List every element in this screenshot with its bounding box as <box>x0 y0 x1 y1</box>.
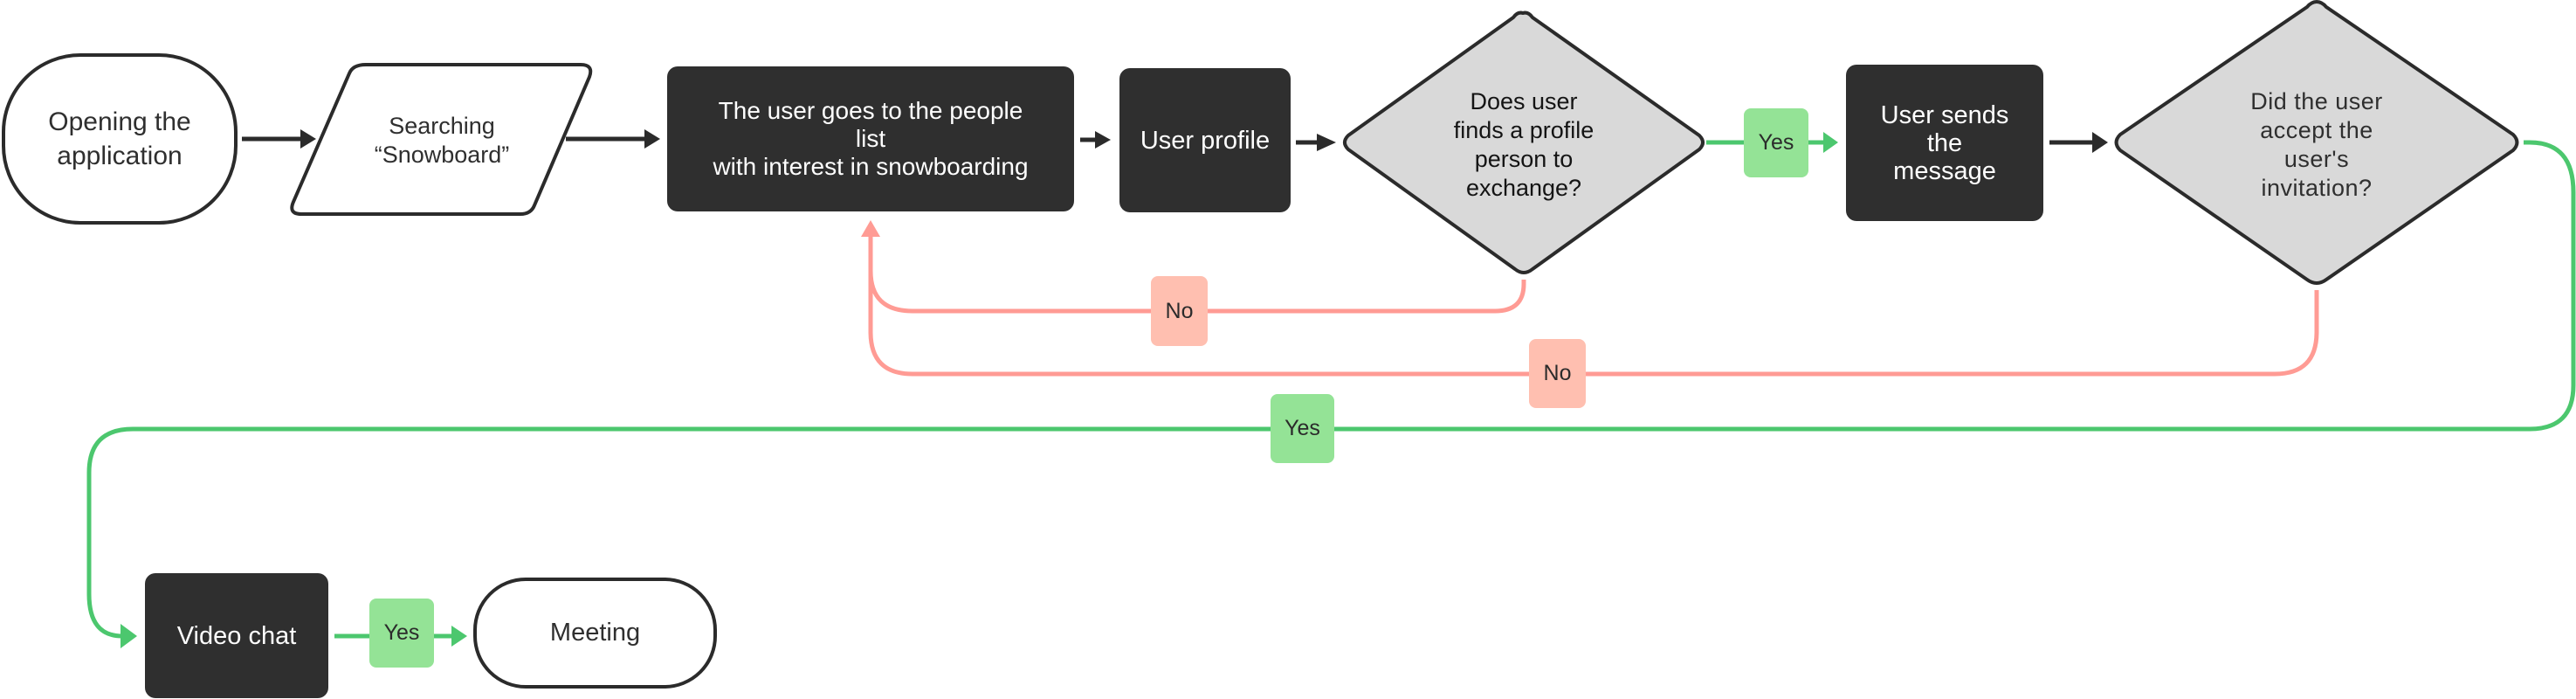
arrowhead-icon <box>1095 131 1111 149</box>
node-search-label: Searching “Snowboard” <box>374 113 510 168</box>
node-start[interactable]: Opening the application <box>2 53 238 225</box>
node-user-profile-label: User profile <box>1140 126 1271 155</box>
edge-decision-invitation-no <box>868 262 2319 377</box>
badge-no-profile: No <box>1151 276 1208 346</box>
connectors-no <box>868 234 2319 377</box>
arrowhead-icon <box>644 129 660 149</box>
arrowhead-up-icon <box>861 220 880 237</box>
node-send-message[interactable]: User sends the message <box>1846 65 2043 221</box>
badge-no-invitation: No <box>1529 339 1586 408</box>
badge-yes-profile: Yes <box>1744 108 1808 177</box>
arrowhead-icon <box>2092 132 2108 153</box>
node-decision-invitation-label: Did the user accept the user's invitatio… <box>2250 88 2383 201</box>
arrowhead-icon <box>121 624 137 648</box>
node-meeting-label: Meeting <box>549 619 641 647</box>
badge-yes-invitation: Yes <box>1271 394 1334 463</box>
arrowhead-icon <box>1823 132 1838 153</box>
arrowhead-icon <box>451 626 467 647</box>
node-video-chat-label: Video chat <box>176 621 297 650</box>
node-decision-profile-label: Does user finds a profile person to exch… <box>1453 88 1595 201</box>
arrowhead-icon <box>300 129 316 149</box>
node-meeting[interactable]: Meeting <box>473 578 717 689</box>
badge-yes-video: Yes <box>369 599 434 668</box>
node-people-list[interactable]: The user goes to the people list with in… <box>667 66 1074 211</box>
node-send-message-label: User sends the message <box>1880 100 2009 185</box>
connectors-yes <box>86 140 2576 639</box>
node-start-label: Opening the application <box>48 107 191 170</box>
arrowhead-icon <box>1317 134 1336 151</box>
node-people-list-label: The user goes to the people list with in… <box>713 97 1029 180</box>
node-user-profile[interactable]: User profile <box>1119 68 1291 212</box>
node-video-chat[interactable]: Video chat <box>145 573 328 698</box>
edge-decision-invitation-yes <box>86 140 2576 639</box>
